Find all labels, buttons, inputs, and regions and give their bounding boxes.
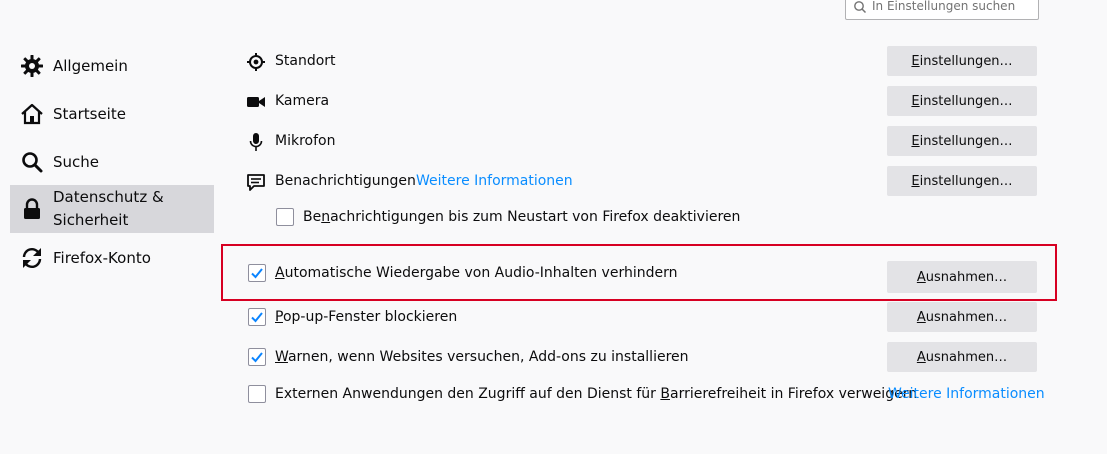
search-icon xyxy=(22,152,43,173)
permission-camera-label: Kamera xyxy=(275,93,330,109)
sidebar-item-search[interactable]: Suche xyxy=(10,149,214,175)
camera-icon xyxy=(247,97,265,107)
button-label-post: instellungen… xyxy=(919,173,1013,189)
button-accesskey: E xyxy=(911,53,920,69)
search-placeholder: In Einstellungen suchen xyxy=(872,0,1016,13)
lock-icon xyxy=(24,198,40,219)
button-label-post: instellungen… xyxy=(919,53,1013,69)
permission-microphone-label: Mikrofon xyxy=(275,133,336,149)
button-accesskey: A xyxy=(916,349,926,365)
microphone-settings-button[interactable]: Einstellungen… xyxy=(887,126,1037,156)
sidebar-item-label: Suche xyxy=(53,153,100,171)
checkmark-icon xyxy=(251,268,263,279)
sidebar-item-label-line1: Datenschutz & xyxy=(53,188,164,206)
button-accesskey: E xyxy=(911,173,920,189)
camera-settings-button[interactable]: Einstellungen… xyxy=(887,86,1037,116)
sidebar-item-general[interactable]: Allgemein xyxy=(10,53,214,79)
button-accesskey: A xyxy=(916,269,926,285)
label-post: arnen, wenn Websites versuchen, Add-ons … xyxy=(287,349,689,365)
addons-exceptions-button[interactable]: Ausnahmen… xyxy=(887,342,1037,372)
sidebar-item-label: Startseite xyxy=(53,105,126,123)
location-settings-button[interactable]: Einstellungen… xyxy=(887,46,1037,76)
button-label-post: instellungen… xyxy=(919,133,1013,149)
label-accesskey: P xyxy=(275,309,283,325)
label-post: op-up-Fenster blockieren xyxy=(282,309,458,325)
label-accesskey: W xyxy=(275,349,288,365)
button-accesskey: E xyxy=(911,93,920,109)
notifications-learn-more-link[interactable]: Weitere Informationen xyxy=(416,173,573,189)
pause-notifications-checkbox[interactable] xyxy=(276,208,294,226)
pause-notifications-label: Benachrichtigungen bis zum Neustart von … xyxy=(303,209,740,225)
sidebar-item-firefox-account[interactable]: Firefox-Konto xyxy=(10,245,214,271)
gear-icon xyxy=(21,55,43,77)
block-a11y-services-label: Externen Anwendungen den Zugriff auf den… xyxy=(275,386,917,402)
permission-location-label: Standort xyxy=(275,53,336,69)
notification-icon xyxy=(247,174,265,191)
button-label-post: usnahmen… xyxy=(925,309,1008,325)
permission-notifications-label: Benachrichtigungen xyxy=(275,173,416,189)
settings-search-input[interactable]: In Einstellungen suchen xyxy=(845,0,1039,20)
block-popups-label: Pop-up-Fenster blockieren xyxy=(275,309,457,325)
autoplay-exceptions-button[interactable]: Ausnahmen… xyxy=(887,261,1037,293)
block-autoplay-checkbox[interactable] xyxy=(248,264,266,282)
label-post: achrichtigungen bis zum Neustart von Fir… xyxy=(330,209,741,225)
button-accesskey: E xyxy=(911,133,920,149)
sidebar-item-home[interactable]: Startseite xyxy=(10,101,214,127)
button-label-post: usnahmen… xyxy=(925,269,1008,285)
label-pre: Be xyxy=(303,209,322,225)
button-accesskey: A xyxy=(916,309,926,325)
home-icon xyxy=(21,103,43,125)
a11y-learn-more-link[interactable]: Weitere Informationen xyxy=(888,386,1045,402)
location-icon xyxy=(247,53,265,71)
label-accesskey: n xyxy=(321,209,331,225)
label-accesskey: B xyxy=(660,386,670,402)
search-icon xyxy=(854,1,867,14)
popups-exceptions-button[interactable]: Ausnahmen… xyxy=(887,302,1037,332)
warn-addons-label: Warnen, wenn Websites versuchen, Add-ons… xyxy=(275,349,689,365)
sidebar-item-label: Allgemein xyxy=(53,57,128,75)
button-label-post: usnahmen… xyxy=(925,349,1008,365)
sidebar-item-label: Firefox-Konto xyxy=(53,249,151,267)
sync-icon xyxy=(22,248,42,268)
block-popups-checkbox[interactable] xyxy=(248,308,266,326)
checkmark-icon xyxy=(251,312,263,323)
notifications-settings-button[interactable]: Einstellungen… xyxy=(887,166,1037,196)
block-a11y-services-checkbox[interactable] xyxy=(248,385,266,403)
sidebar-item-label-line2: Sicherheit xyxy=(53,211,129,229)
button-label-post: instellungen… xyxy=(919,93,1013,109)
label-accesskey: A xyxy=(275,265,285,281)
sidebar-item-privacy-security[interactable]: Datenschutz & Sicherheit xyxy=(10,185,214,233)
checkmark-icon xyxy=(251,352,263,363)
warn-addons-checkbox[interactable] xyxy=(248,348,266,366)
block-autoplay-label: Automatische Wiedergabe von Audio-Inhalt… xyxy=(275,265,677,281)
label-post: utomatische Wiedergabe von Audio-Inhalte… xyxy=(284,265,678,281)
label-pre: Externen Anwendungen den Zugriff auf den… xyxy=(275,386,661,402)
microphone-icon xyxy=(249,133,263,151)
label-post: arrierefreiheit in Firefox verweigern xyxy=(669,386,918,402)
